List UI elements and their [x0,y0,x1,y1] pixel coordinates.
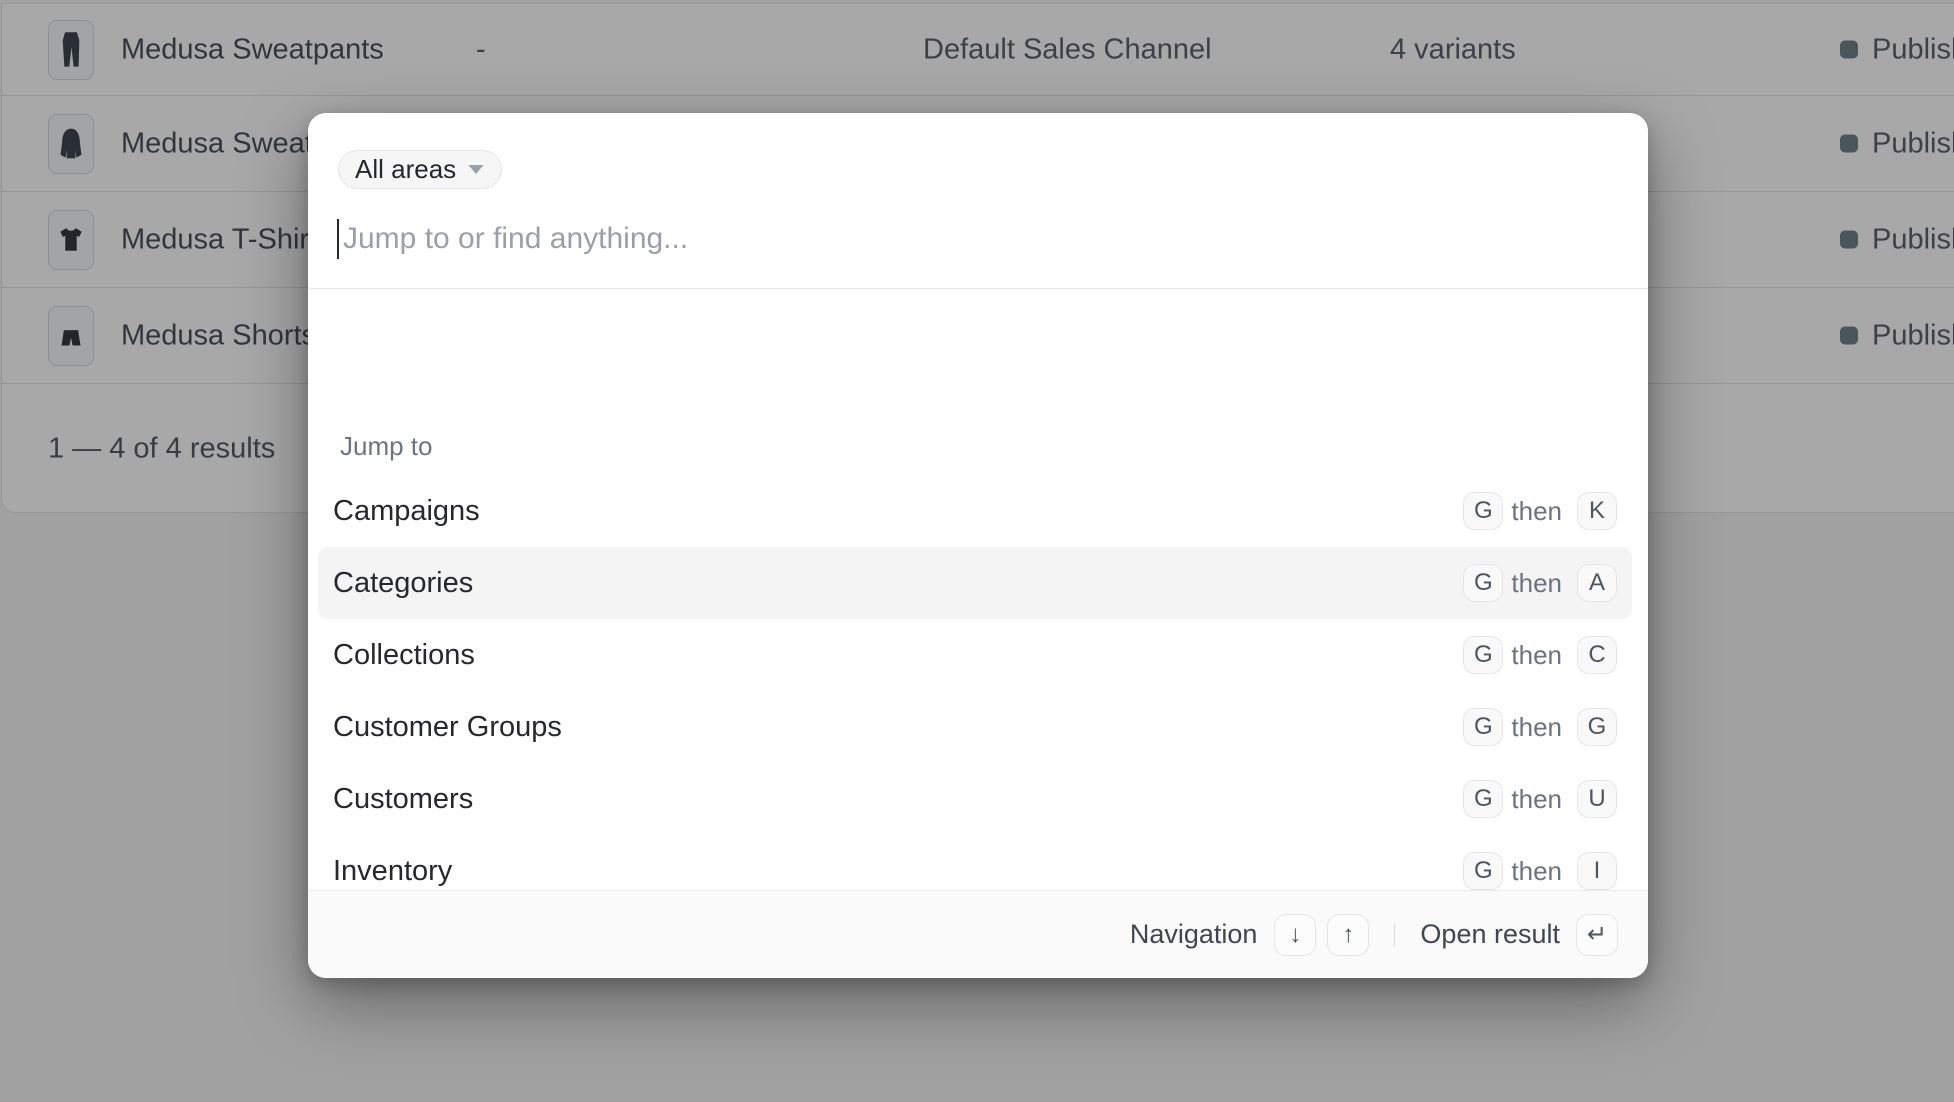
command-palette: All areas Jump to Campaigns G then K Cat… [308,113,1648,978]
list-item-collections[interactable]: Collections G then C [318,619,1632,691]
key-g: G [1463,564,1504,602]
shortcut-keys: G then U [1463,780,1617,818]
search-input[interactable] [343,213,1613,265]
open-result-label: Open result [1420,919,1560,949]
section-label: Jump to [340,431,433,461]
key-u: U [1577,780,1617,818]
list-item-customers[interactable]: Customers G then U [318,763,1632,835]
modal-footer: Navigation ↓ ↑ Open result ↵ [308,890,1648,978]
list-item-customer-groups[interactable]: Customer Groups G then G [318,691,1632,763]
shortcut-keys: G then A [1463,564,1617,602]
footer-divider [1394,922,1396,947]
list-item-inventory[interactable]: Inventory G then I [318,835,1632,890]
text-cursor [337,219,339,259]
chevron-down-icon [468,165,484,174]
enter-icon: ↵ [1576,913,1618,956]
search-scope-button[interactable]: All areas [338,150,503,189]
key-g: G [1463,780,1504,818]
shortcut-keys: G then G [1463,708,1617,746]
shortcut-keys: G then K [1463,492,1617,530]
key-c: C [1577,636,1617,674]
key-g: G [1577,708,1617,746]
shortcut-keys: G then C [1463,636,1617,674]
arrow-up-icon: ↑ [1327,913,1370,956]
jump-to-list: Jump to Campaigns G then K Categories G … [308,289,1648,890]
list-item-partial[interactable] [318,883,1632,890]
list-item-categories[interactable]: Categories G then A [318,547,1632,619]
arrow-down-icon: ↓ [1274,913,1317,956]
search-scope-label: All areas [355,154,457,184]
key-g: G [1463,708,1504,746]
list-item-campaigns[interactable]: Campaigns G then K [318,475,1632,547]
navigation-label: Navigation [1129,919,1258,949]
key-g: G [1463,492,1504,530]
key-g: G [1463,636,1504,674]
key-a: A [1577,564,1617,602]
key-k: K [1577,492,1617,530]
